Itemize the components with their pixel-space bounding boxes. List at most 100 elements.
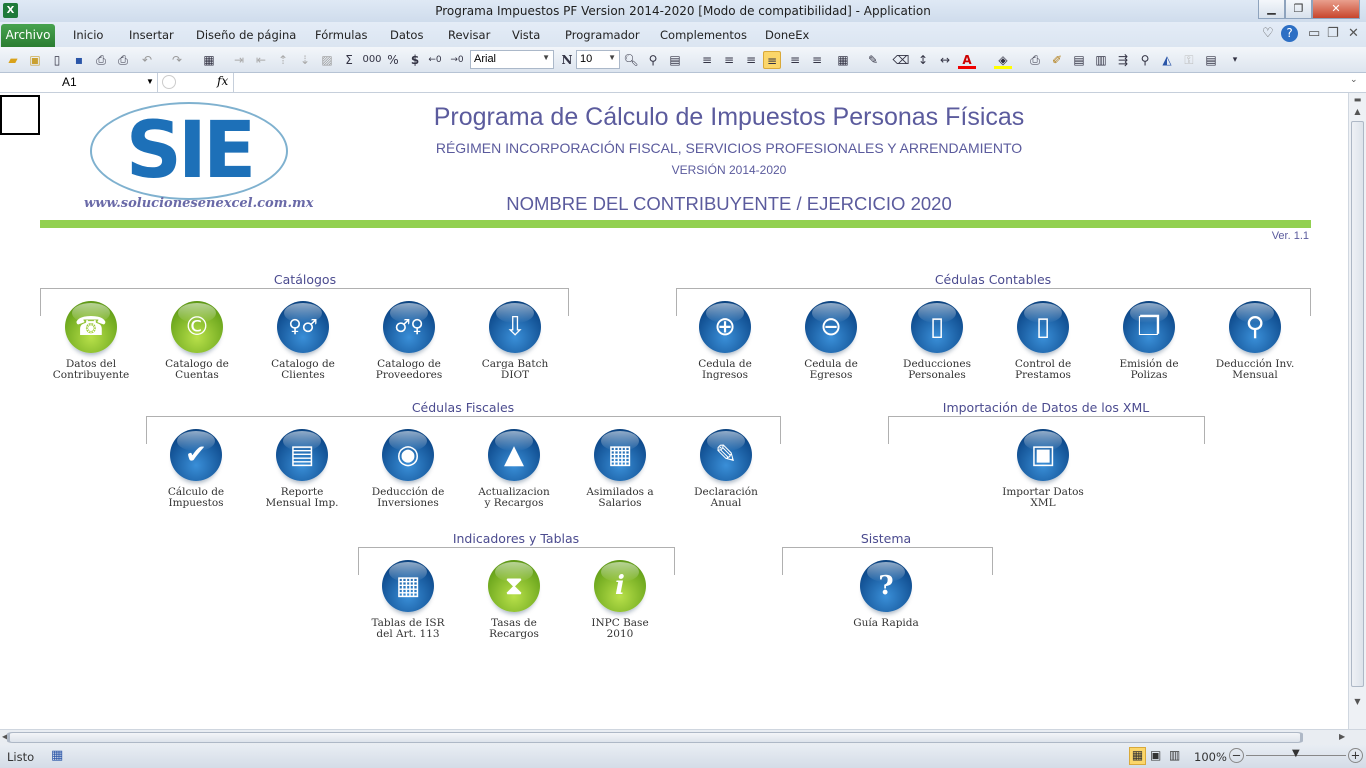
- menu-button[interactable]: i INPC Base 2010: [567, 560, 673, 640]
- tab-archivo[interactable]: Archivo: [1, 24, 55, 47]
- font-select[interactable]: Arial ▼: [470, 50, 554, 69]
- tab-programador[interactable]: Programador: [565, 28, 640, 42]
- minimize-button[interactable]: ▁: [1258, 0, 1285, 19]
- menu-button[interactable]: ▦ Tablas de ISR del Art. 113: [355, 560, 461, 640]
- selected-cell[interactable]: [0, 95, 40, 135]
- percent-button[interactable]: %: [384, 51, 402, 69]
- menu-button[interactable]: ▯ Control de Prestamos: [990, 301, 1096, 381]
- ribbon-restore-icon[interactable]: ❐: [1327, 26, 1339, 41]
- restore-button[interactable]: ❐: [1285, 0, 1312, 19]
- magnifier-icon[interactable]: ⚲: [644, 51, 662, 69]
- currency-button[interactable]: $: [406, 51, 424, 69]
- row-height-icon[interactable]: ↕: [914, 51, 932, 69]
- print-setup-icon[interactable]: ⎙: [1026, 51, 1044, 69]
- horizontal-scroll-thumb[interactable]: [7, 732, 1303, 743]
- redo-icon[interactable]: ↷: [168, 51, 186, 69]
- tab-formulas[interactable]: Fórmulas: [315, 28, 368, 42]
- scroll-up-icon[interactable]: ▲: [1350, 107, 1365, 121]
- menu-button[interactable]: ? Guía Rapida: [833, 560, 939, 629]
- form-icon[interactable]: ▤: [1070, 51, 1088, 69]
- vertical-scroll-thumb[interactable]: [1351, 121, 1364, 687]
- menu-button[interactable]: ◉ Deducción de Inversiones: [355, 429, 461, 509]
- thousands-button[interactable]: 000: [360, 51, 384, 69]
- zoom-out-button[interactable]: −: [1229, 748, 1244, 763]
- tab-inicio[interactable]: Inicio: [73, 28, 103, 42]
- font-color-icon[interactable]: A: [958, 51, 976, 69]
- merge-icon[interactable]: ▤: [666, 51, 684, 69]
- print-icon[interactable]: ⎙: [92, 51, 110, 69]
- help-icon[interactable]: ?: [1281, 25, 1298, 42]
- align-bottom-icon[interactable]: ≡: [763, 51, 781, 69]
- delete-rows-icon[interactable]: ⇤: [252, 51, 270, 69]
- paste-icon[interactable]: ▣: [26, 51, 44, 69]
- align-middle-icon[interactable]: ≡: [786, 51, 804, 69]
- insert-cols-icon[interactable]: ⇡: [274, 51, 292, 69]
- menu-button[interactable]: ⚲ Deducción Inv. Mensual: [1202, 301, 1308, 381]
- eraser-icon[interactable]: ⌫: [892, 51, 910, 69]
- save-icon[interactable]: ▪: [70, 51, 88, 69]
- formula-input[interactable]: [233, 73, 1347, 92]
- menu-button[interactable]: ♀♂ Catalogo de Clientes: [250, 301, 356, 381]
- menu-button[interactable]: ⊖ Cedula de Egresos: [778, 301, 884, 381]
- fx-icon[interactable]: fx: [217, 74, 228, 88]
- sum-icon[interactable]: Σ: [340, 51, 358, 69]
- design-icon[interactable]: ◭: [1158, 51, 1176, 69]
- macro-record-icon[interactable]: ▦: [51, 748, 63, 763]
- fill-color-icon[interactable]: ◈: [994, 51, 1012, 69]
- menu-button[interactable]: ✎ Declaración Anual: [673, 429, 779, 509]
- menu-button[interactable]: ▣ Importar Datos XML: [990, 429, 1096, 509]
- name-box[interactable]: A1 ▼: [0, 73, 158, 92]
- column-width-icon[interactable]: ↔: [936, 51, 954, 69]
- worksheet[interactable]: SIE www.solucionesenexcel.com.mx Program…: [0, 93, 1348, 729]
- page-break-view-icon[interactable]: ▥: [1169, 748, 1180, 762]
- new-icon[interactable]: ▯: [48, 51, 66, 69]
- tab-diseno-pagina[interactable]: Diseño de página: [196, 28, 296, 42]
- menu-button[interactable]: ▤ Reporte Mensual Imp.: [249, 429, 355, 509]
- bold-button[interactable]: N: [558, 51, 576, 69]
- tab-insertar[interactable]: Insertar: [129, 28, 174, 42]
- menu-button[interactable]: ▦ Asimilados a Salarios: [567, 429, 673, 509]
- delete-cols-icon[interactable]: ⇣: [296, 51, 314, 69]
- window-icon[interactable]: ▤: [1202, 51, 1220, 69]
- page-layout-view-icon[interactable]: ▣: [1150, 748, 1161, 762]
- increase-decimal-icon[interactable]: ←0: [426, 51, 444, 69]
- zoom-in-button[interactable]: +: [1348, 748, 1363, 763]
- lock-icon[interactable]: ⚿: [1180, 51, 1198, 69]
- menu-button[interactable]: ✔ Cálculo de Impuestos: [143, 429, 249, 509]
- close-button[interactable]: ✕: [1312, 0, 1360, 19]
- format-painter-icon[interactable]: ✐: [1048, 51, 1066, 69]
- horizontal-scrollbar[interactable]: ◀ ▶: [0, 729, 1366, 745]
- vertical-scrollbar[interactable]: ▬ ▲ ▼: [1348, 93, 1366, 729]
- expand-formula-icon[interactable]: ⌄: [1350, 75, 1358, 85]
- ribbon-minimize-icon[interactable]: ▭: [1308, 26, 1320, 41]
- ribbon-close-icon[interactable]: ✕: [1348, 26, 1359, 41]
- zoom-level[interactable]: 100%: [1194, 750, 1227, 764]
- tab-complementos[interactable]: Complementos: [660, 28, 747, 42]
- align-center-icon[interactable]: ≡: [720, 51, 738, 69]
- print-preview-icon[interactable]: ⎙: [114, 51, 132, 69]
- menu-button[interactable]: ❐ Emisión de Polizas: [1096, 301, 1202, 381]
- font-size-select[interactable]: 10 ▼: [576, 50, 620, 69]
- menu-button[interactable]: ⧗ Tasas de Recargos: [461, 560, 567, 640]
- open-icon[interactable]: ▰: [4, 51, 22, 69]
- zoom-page-icon[interactable]: 🔍︎: [622, 51, 640, 69]
- tab-revisar[interactable]: Revisar: [448, 28, 490, 42]
- scroll-right-icon[interactable]: ▶: [1339, 732, 1345, 741]
- align-top-icon[interactable]: ≡: [808, 51, 826, 69]
- heart-icon[interactable]: ♡: [1262, 26, 1274, 41]
- chevron-down-icon[interactable]: ▼: [146, 77, 154, 86]
- scroll-split-handle[interactable]: ▬: [1350, 95, 1365, 107]
- align-right-icon[interactable]: ≡: [742, 51, 760, 69]
- zoom-slider-thumb[interactable]: ▼: [1292, 748, 1300, 759]
- align-left-icon[interactable]: ≡: [698, 51, 716, 69]
- line-color-icon[interactable]: ✎: [864, 51, 882, 69]
- image-icon[interactable]: ▨: [318, 51, 336, 69]
- menu-button[interactable]: ⊕ Cedula de Ingresos: [672, 301, 778, 381]
- find-icon[interactable]: ⚲: [1136, 51, 1154, 69]
- menu-button[interactable]: ♂♀ Catalogo de Proveedores: [356, 301, 462, 381]
- insert-rows-icon[interactable]: ⇥: [230, 51, 248, 69]
- scroll-down-icon[interactable]: ▼: [1350, 697, 1365, 711]
- menu-button[interactable]: © Catalogo de Cuentas: [144, 301, 250, 381]
- format-icon[interactable]: ▦: [200, 51, 218, 69]
- tab-vista[interactable]: Vista: [512, 28, 540, 42]
